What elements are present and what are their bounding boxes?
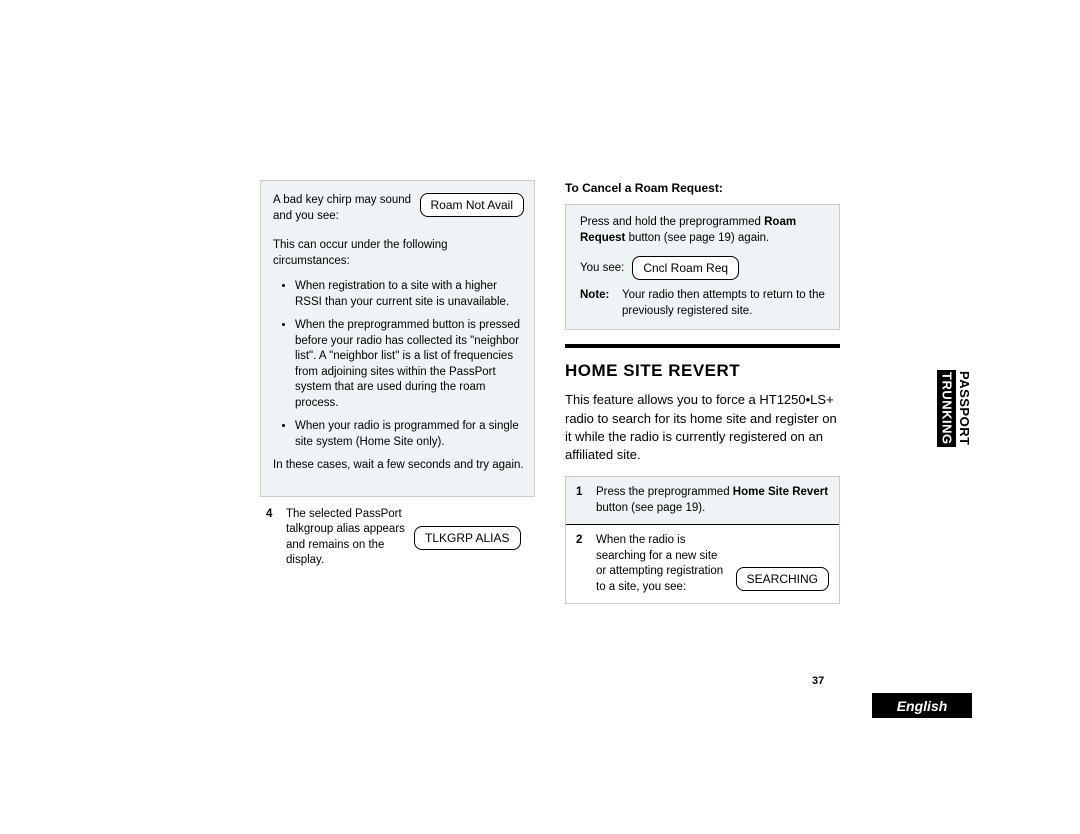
text-frag: Press the preprogrammed	[596, 486, 733, 498]
cancel-instruction: Press and hold the preprogrammed Roam Re…	[580, 215, 829, 246]
step-1-row: 1 Press the preprogrammed Home Site Reve…	[566, 477, 839, 524]
list-item: When your radio is programmed for a sing…	[295, 419, 524, 450]
steps-box: 1 Press the preprogrammed Home Site Reve…	[565, 476, 840, 604]
display-cncl-roam-req: Cncl Roam Req	[632, 256, 739, 280]
step-number: 4	[266, 507, 278, 569]
note-label: Note:	[580, 288, 616, 319]
step-2-row: 2 When the radio is searching for a new …	[566, 524, 839, 603]
left-column: A bad key chirp may sound and you see: R…	[260, 180, 535, 604]
circumstances-list: When registration to a site with a highe…	[273, 279, 524, 450]
step-text: The selected PassPort talkgroup alias ap…	[286, 507, 406, 569]
manual-page: A bad key chirp may sound and you see: R…	[260, 180, 840, 604]
left-info-box: A bad key chirp may sound and you see: R…	[260, 180, 535, 497]
text-frag: button (see page 19) again.	[625, 232, 769, 244]
columns: A bad key chirp may sound and you see: R…	[260, 180, 840, 604]
home-site-revert-heading: HOME SITE REVERT	[565, 360, 840, 383]
cancel-roam-heading: To Cancel a Roam Request:	[565, 180, 840, 196]
intro-text-3: In these cases, wait a few seconds and t…	[273, 458, 524, 474]
tab-line-2: TRUNKING	[937, 370, 957, 447]
step-number: 1	[576, 485, 588, 516]
note-text: Your radio then attempts to return to th…	[622, 288, 829, 319]
note-row: Note: Your radio then attempts to return…	[580, 288, 829, 319]
display-roam-not-avail: Roam Not Avail	[420, 193, 524, 217]
step-4-row: 4 The selected PassPort talkgroup alias …	[260, 507, 535, 569]
language-label: English	[872, 694, 972, 718]
text-frag: button (see page 19).	[596, 502, 705, 514]
intro-text-1: A bad key chirp may sound and you see:	[273, 193, 412, 224]
cancel-roam-box: Press and hold the preprogrammed Roam Re…	[565, 204, 840, 330]
text-frag: Press and hold the preprogrammed	[580, 216, 764, 228]
display-searching: SEARCHING	[736, 567, 829, 591]
list-item: When the preprogrammed button is pressed…	[295, 318, 524, 411]
section-body: This feature allows you to force a HT125…	[565, 391, 840, 464]
you-see-label: You see:	[580, 261, 624, 277]
section-divider	[565, 344, 840, 348]
page-number: 37	[812, 675, 824, 687]
section-tab: PASSPORT TRUNKING	[937, 370, 972, 447]
tab-line-1: PASSPORT	[957, 371, 972, 446]
step-number: 2	[576, 533, 588, 595]
intro-text-2: This can occur under the following circu…	[273, 238, 524, 269]
step-text: When the radio is searching for a new si…	[596, 533, 728, 595]
language-footer: English	[872, 693, 972, 718]
display-tlkgrp-alias: TLKGRP ALIAS	[414, 526, 521, 550]
text-bold: Home Site Revert	[733, 486, 828, 498]
step-text: Press the preprogrammed Home Site Revert…	[596, 485, 829, 516]
list-item: When registration to a site with a highe…	[295, 279, 524, 310]
right-column: To Cancel a Roam Request: Press and hold…	[565, 180, 840, 604]
